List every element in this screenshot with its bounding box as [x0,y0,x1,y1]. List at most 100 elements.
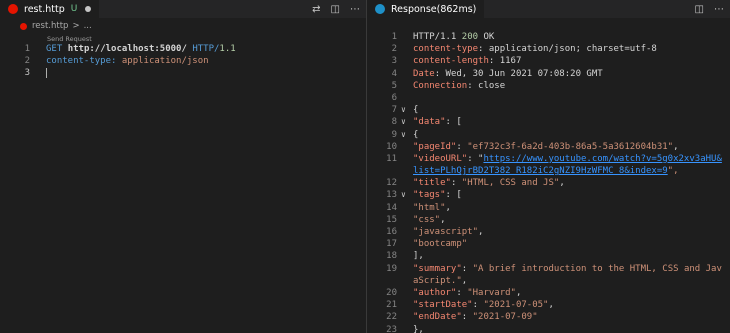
code-token: "2021-07-09" [472,312,538,323]
line-number: 7 [391,105,397,116]
code-line[interactable]: 2 content-type: application/json [0,55,366,67]
line-number: 18 [386,251,397,262]
code-token: "title" [413,178,451,189]
line-number: 13 [386,190,397,201]
code-token: : close [467,80,506,91]
line-text: aScript.", [413,275,467,287]
more-actions-icon[interactable]: ⋯ [714,4,724,15]
fold-chevron-icon[interactable]: ∨ [401,129,406,141]
line-text: "author": "Harvard", [413,287,521,299]
code-token: "summary" [413,263,462,274]
code-token: : [472,300,484,311]
tab-rest-http[interactable]: rest.http U [0,0,100,18]
unsaved-dot-icon[interactable] [85,6,92,12]
code-token: content-type: [46,56,117,67]
code-line[interactable]: 1 HTTP/1.1 200 OK [367,31,730,43]
line-number: 16 [386,227,397,237]
split-editor-icon[interactable]: ◫ [695,4,704,15]
code-token: { [413,105,419,116]
code-line[interactable]: 6 [367,92,730,104]
breadcrumb-filename[interactable]: rest.http [32,21,68,31]
code-token: { [413,129,419,140]
line-number: 2 [391,44,397,55]
line-text: HTTP/1.1 200 OK [413,31,494,43]
code-token: , [445,202,451,213]
code-line[interactable]: 9 ∨ { [367,129,730,141]
line-number: 11 [386,153,397,164]
code-token: "HTML, CSS and JS" [461,178,560,189]
code-token: "Harvard" [467,287,516,298]
line-text: { [413,129,418,141]
code-token[interactable]: https://www.youtube.com/watch?v=5g0x2xv3… [483,154,721,164]
line-number: 1 [391,32,397,42]
line-number: 22 [386,312,397,323]
line-text: "html", [413,202,451,214]
fold-chevron-icon[interactable]: ∨ [401,189,406,201]
git-status-badge: U [70,4,78,14]
code-line[interactable]: 17 "bootcamp" [367,238,730,250]
code-line[interactable]: 23 }, [367,324,730,333]
line-number: 3 [391,56,397,67]
code-token: HTTP/ [186,44,220,54]
code-line[interactable]: 4 Date: Wed, 30 Jun 2021 07:08:20 GMT [367,68,730,80]
code-token[interactable]: list=PLhQjrBD2T382_R182iC2gNZI9HzWFMC_8&… [413,166,668,176]
line-text: ], [413,250,424,262]
line-number: 3 [24,68,30,79]
code-token: 200 [461,32,479,42]
code-line[interactable]: 5 Connection: close [367,80,730,92]
line-text: "title": "HTML, CSS and JS", [413,177,565,189]
code-token: : [461,263,473,274]
code-line[interactable]: 20 "author": "Harvard", [367,287,730,299]
code-token: , [673,141,679,152]
code-line[interactable]: 3 content-length: 1167 [367,55,730,67]
line-number: 15 [386,214,397,225]
request-code[interactable]: 1 GET http://localhost:5000/ HTTP/1.1 2 con… [0,43,366,80]
line-number: 9 [391,129,397,140]
code-line[interactable]: 3 [0,67,366,79]
code-token: GET [46,44,68,54]
code-line[interactable]: 12 "title": "HTML, CSS and JS", [367,177,730,189]
fold-chevron-icon[interactable]: ∨ [401,116,406,128]
code-line[interactable]: list=PLhQjrBD2T382_R182iC2gNZI9HzWFMC_8&… [367,165,730,177]
line-text: "summary": "A brief introduction to the … [413,263,722,275]
code-token: 1.1 [219,44,236,54]
tab-response[interactable]: Response(862ms) [367,0,485,18]
code-line[interactable]: 13 ∨ "tags": [ [367,189,730,201]
code-line[interactable]: 11 "videoURL": "https://www.youtube.com/… [367,153,730,165]
code-token: ", [667,166,679,177]
code-line[interactable]: 19 "summary": "A brief introduction to t… [367,263,730,275]
code-line[interactable]: 22 "endDate": "2021-07-09" [367,311,730,323]
code-token: : [456,287,468,298]
code-token: : [450,178,462,189]
line-text: "pageId": "ef732c3f-6a2d-403b-86a5-5a361… [413,141,679,153]
line-text: "videoURL": "https://www.youtube.com/wat… [413,153,722,165]
code-line[interactable]: 15 "css", [367,214,730,226]
code-line[interactable]: aScript.", [367,275,730,287]
compare-changes-icon[interactable]: ⇄ [312,4,320,15]
code-line[interactable]: 10 "pageId": "ef732c3f-6a2d-403b-86a5-5a… [367,141,730,153]
more-actions-icon[interactable]: ⋯ [350,4,360,15]
response-icon [375,4,385,14]
code-line[interactable]: 21 "startDate": "2021-07-05", [367,299,730,311]
fold-chevron-icon[interactable]: ∨ [401,104,406,116]
code-line[interactable]: 7 ∨ { [367,104,730,116]
line-number: 10 [386,141,397,152]
response-code[interactable]: 1 HTTP/1.1 200 OK 2 content-type: applicati… [367,31,730,333]
code-token: }, [413,324,424,333]
code-line[interactable]: 18 ], [367,250,730,262]
code-token: "author" [413,287,457,298]
code-line[interactable]: 8 ∨ "data": [ [367,116,730,128]
line-number: 5 [391,80,397,91]
code-token: "startDate" [413,300,473,311]
left-tab-bar: rest.http U ⇄ ◫ ⋯ [0,0,366,19]
code-line[interactable]: 14 "html", [367,202,730,214]
send-request-codelens[interactable]: Send Request [47,35,92,43]
code-token: "javascript" [413,227,479,237]
code-line[interactable]: 1 GET http://localhost:5000/ HTTP/1.1 [0,43,366,55]
code-line[interactable]: 16 "javascript", [367,226,730,238]
code-line[interactable]: 2 content-type: application/json; charset… [367,43,730,55]
line-number: 19 [386,263,397,274]
code-token: : 1167 [488,56,522,67]
split-editor-icon[interactable]: ◫ [331,4,340,15]
breadcrumb-tail[interactable]: ... [84,21,92,31]
